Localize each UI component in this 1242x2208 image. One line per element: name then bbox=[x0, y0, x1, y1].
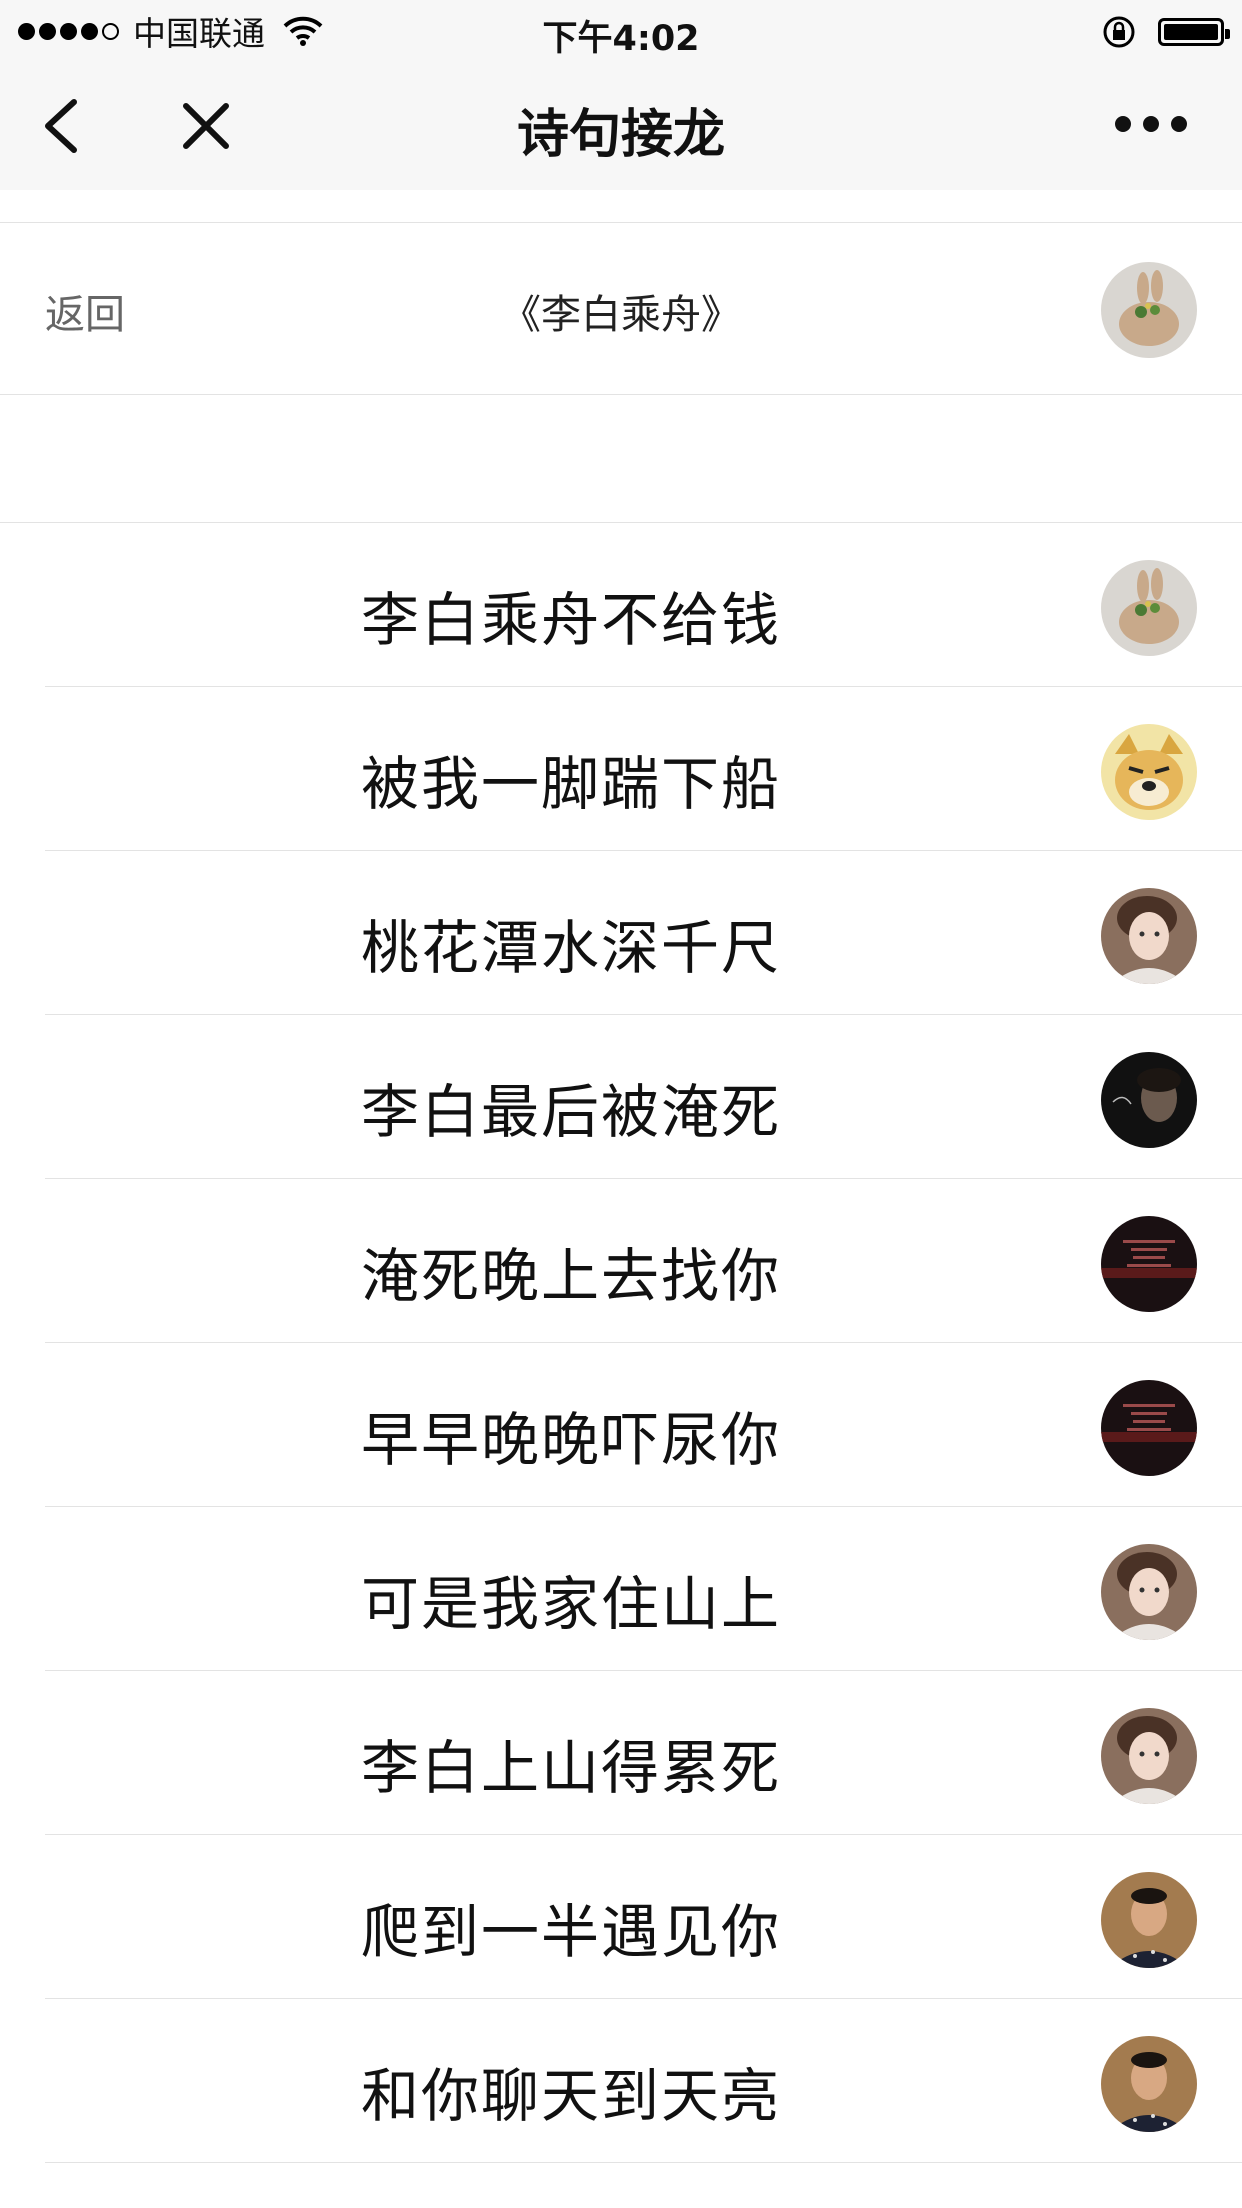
dark-portrait-avatar[interactable] bbox=[1101, 1052, 1197, 1148]
status-right-group bbox=[1102, 12, 1230, 52]
poem-line-text: 被我一脚踹下船 bbox=[360, 750, 781, 818]
poem-line-text: 李白上山得累死 bbox=[360, 1734, 781, 1802]
more-dot bbox=[1171, 116, 1187, 132]
poem-line-text: 和你聊天到天亮 bbox=[360, 2062, 781, 2130]
poem-line-text: 可是我家住山上 bbox=[360, 1570, 781, 1638]
poem-line-text: 爬到一半遇见你 bbox=[360, 1898, 781, 1966]
list-item: 和你聊天到天亮 bbox=[0, 1999, 1242, 2163]
list-item: 爬到一半遇见你 bbox=[0, 1835, 1242, 1999]
battery-icon bbox=[1158, 18, 1230, 46]
status-time: 下午4:02 bbox=[542, 19, 700, 59]
list-item: 李白最后被淹死 bbox=[0, 1015, 1242, 1179]
poem-header: 返回 《李白乘舟》 bbox=[0, 222, 1242, 394]
rabbit-avatar[interactable] bbox=[1101, 560, 1197, 656]
poem-line-text: 淹死晚上去找你 bbox=[360, 1242, 781, 1310]
list-item: 李白上山得累死 bbox=[0, 1671, 1242, 1835]
poem-line-text: 桃花潭水深千尺 bbox=[360, 914, 781, 982]
night-text-avatar[interactable] bbox=[1101, 1380, 1197, 1476]
row-divider bbox=[45, 2162, 1242, 2163]
list-item: 可是我家住山上 bbox=[0, 1507, 1242, 1671]
girl-avatar[interactable] bbox=[1101, 888, 1197, 984]
divider bbox=[0, 394, 1242, 395]
poem-title: 《李白乘舟》 bbox=[501, 292, 741, 338]
status-bar: 中国联通 下午4:02 bbox=[0, 0, 1242, 62]
poem-line-text: 李白乘舟不给钱 bbox=[360, 586, 781, 654]
poem-line-text: 早早晚晚吓尿你 bbox=[360, 1406, 781, 1474]
more-options-icon[interactable] bbox=[1103, 116, 1187, 132]
rotation-lock-icon bbox=[1103, 16, 1135, 48]
man-avatar[interactable] bbox=[1101, 1872, 1197, 1968]
girl-avatar[interactable] bbox=[1101, 1708, 1197, 1804]
battery-tip bbox=[1225, 29, 1230, 39]
poem-line-text: 李白最后被淹死 bbox=[360, 1078, 781, 1146]
list-item: 淹死晚上去找你 bbox=[0, 1179, 1242, 1343]
list-item: 李白乘舟不给钱 bbox=[0, 523, 1242, 687]
more-dot bbox=[1115, 116, 1131, 132]
nav-bar: 诗句接龙 bbox=[0, 62, 1242, 190]
list-item: 被我一脚踹下船 bbox=[0, 687, 1242, 851]
poem-line-list: 李白乘舟不给钱 被我一脚踹下船 桃花潭水深千尺 李白最后被淹死 淹死晚上去找你 … bbox=[0, 523, 1242, 2163]
girl-avatar[interactable] bbox=[1101, 1544, 1197, 1640]
rabbit-avatar[interactable] bbox=[1101, 262, 1197, 358]
list-item: 早早晚晚吓尿你 bbox=[0, 1343, 1242, 1507]
page-title: 诗句接龙 bbox=[516, 105, 725, 165]
more-dot bbox=[1143, 116, 1159, 132]
list-item: 桃花潭水深千尺 bbox=[0, 851, 1242, 1015]
man-avatar[interactable] bbox=[1101, 2036, 1197, 2132]
doge-avatar[interactable] bbox=[1101, 724, 1197, 820]
night-text-avatar[interactable] bbox=[1101, 1216, 1197, 1312]
battery-level bbox=[1164, 24, 1218, 40]
